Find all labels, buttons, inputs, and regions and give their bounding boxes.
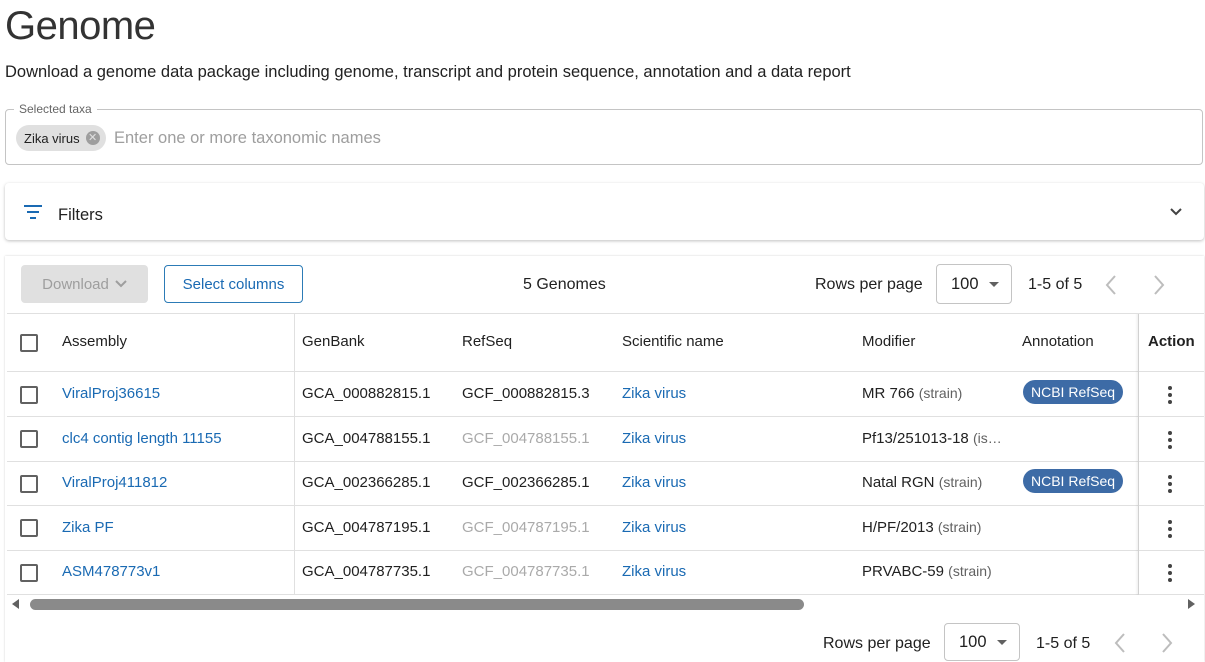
column-header-scientific-name[interactable]: Scientific name: [622, 333, 724, 350]
footer-previous-page-icon[interactable]: [1112, 632, 1128, 654]
scientific-name-link[interactable]: Zika virus: [622, 385, 686, 402]
modifier: Natal RGN (strain): [862, 474, 982, 491]
page-title: Genome: [5, 4, 156, 48]
row-actions-icon[interactable]: [1167, 564, 1173, 582]
modifier-type: (strain): [938, 474, 983, 490]
genbank-accession: GCA_000882815.1: [302, 385, 431, 402]
footer-next-page-icon[interactable]: [1159, 632, 1175, 654]
assembly-link[interactable]: Zika PF: [62, 519, 114, 536]
caret-down-icon: [988, 281, 999, 287]
modifier-type: (strain): [937, 519, 982, 535]
assembly-link[interactable]: ASM478773v1: [62, 563, 160, 580]
modifier: PRVABC-59 (strain): [862, 563, 992, 580]
next-page-icon[interactable]: [1151, 274, 1167, 296]
column-header-annotation[interactable]: Annotation: [1022, 333, 1094, 350]
modifier: Pf13/251013-18 (is…: [862, 430, 1002, 447]
modifier-value: Natal RGN: [862, 474, 935, 491]
annotation-badge: NCBI RefSeq: [1023, 469, 1124, 493]
column-header-action: Action: [1148, 333, 1195, 350]
previous-page-icon[interactable]: [1103, 274, 1119, 296]
scroll-right-arrow-icon[interactable]: [1188, 599, 1195, 609]
pagination-range: 1-5 of 5: [1028, 276, 1083, 293]
modifier: MR 766 (strain): [862, 385, 962, 402]
column-divider: [294, 314, 295, 594]
filters-label[interactable]: Filters: [58, 206, 103, 225]
modifier-value: MR 766: [862, 385, 915, 402]
column-header-assembly[interactable]: Assembly: [62, 333, 127, 350]
select-all-checkbox[interactable]: [20, 334, 38, 352]
select-columns-button[interactable]: Select columns: [164, 265, 303, 303]
row-divider: [7, 550, 1204, 551]
footer-pagination-range: 1-5 of 5: [1036, 635, 1091, 652]
rows-per-page-value: 100: [951, 274, 979, 293]
row-divider: [7, 594, 1204, 595]
row-actions-icon[interactable]: [1167, 431, 1173, 449]
scroll-left-arrow-icon[interactable]: [12, 599, 19, 609]
annotation-badge: NCBI RefSeq: [1023, 380, 1124, 404]
genbank-accession: GCA_004788155.1: [302, 430, 431, 447]
filter-icon: [24, 205, 42, 219]
taxon-chip[interactable]: Zika virus ✕: [16, 125, 106, 151]
row-actions-icon[interactable]: [1167, 520, 1173, 538]
row-actions-icon[interactable]: [1167, 386, 1173, 404]
modifier-value: H/PF/2013: [862, 519, 934, 536]
column-header-refseq[interactable]: RefSeq: [462, 333, 512, 350]
refseq-accession: GCF_004787195.1: [462, 519, 590, 536]
caret-down-icon: [996, 639, 1007, 645]
rows-per-page-select[interactable]: 100: [936, 264, 1012, 304]
rows-per-page-label: Rows per page: [815, 276, 923, 293]
assembly-link[interactable]: clc4 contig length 11155: [62, 430, 222, 447]
row-divider: [7, 371, 1204, 372]
row-checkbox[interactable]: [20, 430, 38, 448]
refseq-accession: GCF_004788155.1: [462, 430, 590, 447]
table-top-border: [7, 313, 1204, 314]
download-button-label: Download: [42, 275, 109, 293]
filters-panel[interactable]: [5, 183, 1204, 240]
modifier-type: (is…: [972, 430, 1002, 446]
footer-rows-per-page-value: 100: [959, 632, 987, 651]
row-divider: [7, 461, 1204, 462]
page-subtitle: Download a genome data package including…: [5, 63, 851, 81]
row-divider: [7, 505, 1204, 506]
column-header-genbank[interactable]: GenBank: [302, 333, 365, 350]
row-checkbox[interactable]: [20, 386, 38, 404]
scientific-name-link[interactable]: Zika virus: [622, 519, 686, 536]
download-button[interactable]: Download: [21, 265, 148, 303]
scrollbar-thumb[interactable]: [30, 599, 804, 610]
modifier-type: (strain): [948, 563, 992, 579]
footer-rows-per-page-select[interactable]: 100: [944, 623, 1020, 661]
chevron-down-icon[interactable]: [1166, 202, 1186, 222]
modifier-value: Pf13/251013-18: [862, 430, 969, 447]
row-checkbox[interactable]: [20, 475, 38, 493]
refseq-accession: GCF_000882815.3: [462, 385, 590, 402]
genbank-accession: GCA_004787195.1: [302, 519, 431, 536]
genome-count: 5 Genomes: [523, 276, 606, 293]
column-header-modifier[interactable]: Modifier: [862, 333, 915, 350]
row-checkbox[interactable]: [20, 564, 38, 582]
genbank-accession: GCA_002366285.1: [302, 474, 431, 491]
action-column-shadow: [1135, 314, 1139, 595]
assembly-link[interactable]: ViralProj411812: [62, 474, 167, 491]
taxon-chip-label: Zika virus: [24, 130, 80, 146]
row-divider: [7, 416, 1204, 417]
footer-rows-per-page-label: Rows per page: [823, 635, 931, 652]
modifier-type: (strain): [918, 385, 963, 401]
modifier: H/PF/2013 (strain): [862, 519, 981, 536]
taxa-legend: Selected taxa: [14, 102, 97, 116]
refseq-accession: GCF_002366285.1: [462, 474, 590, 491]
genbank-accession: GCA_004787735.1: [302, 563, 431, 580]
row-checkbox[interactable]: [20, 519, 38, 537]
scientific-name-link[interactable]: Zika virus: [622, 474, 686, 491]
chip-remove-icon[interactable]: ✕: [85, 131, 100, 145]
modifier-value: PRVABC-59: [862, 563, 944, 580]
row-actions-icon[interactable]: [1167, 475, 1173, 493]
scientific-name-link[interactable]: Zika virus: [622, 430, 686, 447]
taxa-search-input[interactable]: [108, 126, 720, 150]
scientific-name-link[interactable]: Zika virus: [622, 563, 686, 580]
chevron-down-icon: [115, 280, 127, 288]
assembly-link[interactable]: ViralProj36615: [62, 385, 160, 402]
refseq-accession: GCF_004787735.1: [462, 563, 590, 580]
